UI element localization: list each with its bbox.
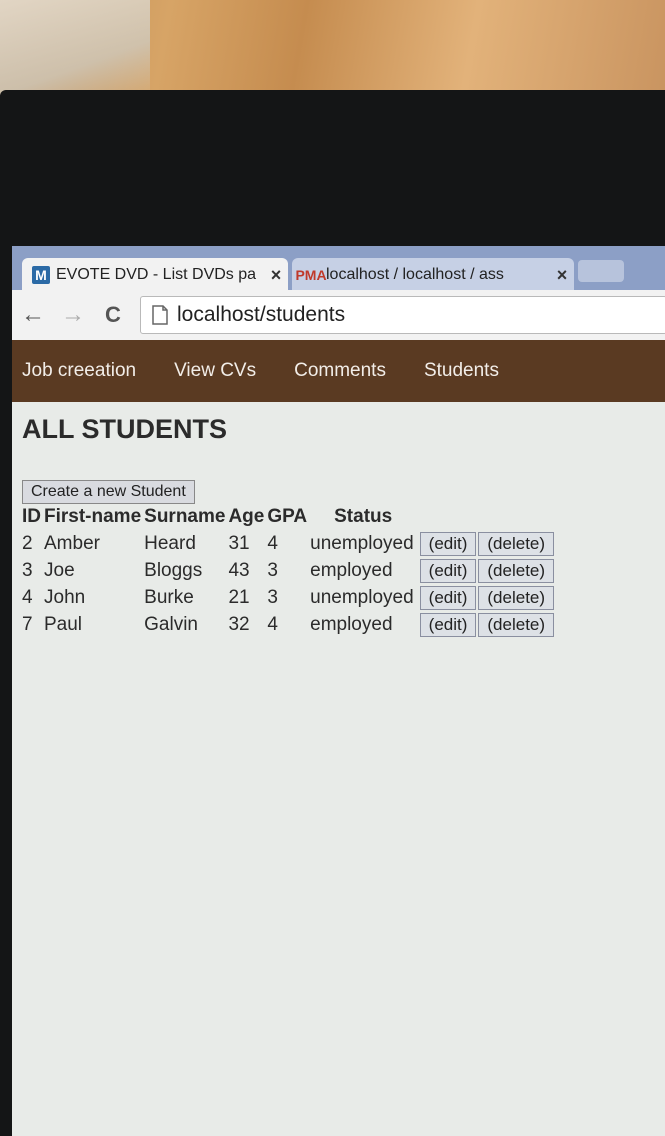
tab-title: EVOTE DVD - List DVDs pa <box>56 266 257 283</box>
nav-students[interactable]: Students <box>424 360 499 382</box>
header-status: Status <box>334 506 393 527</box>
cell-id: 2 <box>22 532 33 554</box>
cell-first-name: Joe <box>44 559 75 581</box>
forward-arrow-icon[interactable]: → <box>60 302 86 328</box>
reload-icon[interactable]: C <box>100 302 126 328</box>
edit-button[interactable]: (edit) <box>419 585 477 610</box>
header-surname: Surname <box>144 506 226 527</box>
main-content: ALL STUDENTS Create a new Student ID Fir… <box>22 414 652 637</box>
url-text: localhost/students <box>177 303 346 326</box>
header-age: Age <box>228 506 265 527</box>
page-title: ALL STUDENTS <box>22 414 228 444</box>
cell-surname: Bloggs <box>144 559 203 581</box>
cell-age: 32 <box>228 613 250 635</box>
tab-evote-dvd[interactable]: M EVOTE DVD - List DVDs pa × <box>22 258 288 292</box>
table-header-row: ID First-name Surname Age GPA Status <box>22 504 558 530</box>
table-row: 3 Joe Bloggs 43 3 employed (edit) (delete… <box>22 557 558 584</box>
cell-age: 21 <box>228 586 250 608</box>
delete-button[interactable]: (delete) <box>478 531 555 556</box>
nav-job-creation[interactable]: Job creeation <box>22 360 136 382</box>
pma-favicon-icon: PMA <box>295 267 327 283</box>
browser-window: M EVOTE DVD - List DVDs pa × PMA localho… <box>12 246 665 1136</box>
delete-button[interactable]: (delete) <box>478 558 555 583</box>
address-bar[interactable]: localhost/students <box>140 296 665 334</box>
header-gpa: GPA <box>267 506 308 527</box>
cell-status: employed <box>310 559 393 581</box>
cell-gpa: 3 <box>267 586 278 608</box>
tab-title: localhost / localhost / ass <box>326 266 504 283</box>
cell-age: 43 <box>228 559 250 581</box>
browser-toolbar: ← → C localhost/students <box>12 290 665 341</box>
edit-button[interactable]: (edit) <box>419 531 477 556</box>
tab-phpmyadmin[interactable]: PMA localhost / localhost / ass × <box>292 258 574 292</box>
table-row: 2 Amber Heard 31 4 unemployed (edit) (del… <box>22 530 558 557</box>
table-row: 4 John Burke 21 3 unemployed (edit) (dele… <box>22 584 558 611</box>
site-navigation: Job creeation View CVs Comments Students <box>12 340 665 402</box>
edit-button[interactable]: (edit) <box>419 558 477 583</box>
cell-surname: Galvin <box>144 613 198 635</box>
cell-status: employed <box>310 613 393 635</box>
cell-first-name: Amber <box>44 532 100 554</box>
delete-button[interactable]: (delete) <box>478 612 555 637</box>
cell-surname: Heard <box>144 532 196 554</box>
table-row: 7 Paul Galvin 32 4 employed (edit) (delet… <box>22 611 558 638</box>
cell-id: 3 <box>22 559 33 581</box>
tab-strip: M EVOTE DVD - List DVDs pa × PMA localho… <box>12 246 665 292</box>
new-tab-button[interactable] <box>578 260 624 282</box>
nav-view-cvs[interactable]: View CVs <box>174 360 256 382</box>
cell-status: unemployed <box>310 586 414 608</box>
create-student-button[interactable]: Create a new Student <box>22 480 195 504</box>
header-id: ID <box>22 506 41 527</box>
m-favicon-icon: M <box>32 266 50 284</box>
cell-id: 4 <box>22 586 33 608</box>
edit-button[interactable]: (edit) <box>419 612 477 637</box>
close-tab-icon[interactable]: × <box>550 265 574 286</box>
students-table: ID First-name Surname Age GPA Status 2 A… <box>22 504 558 638</box>
cell-first-name: John <box>44 586 86 608</box>
cell-first-name: Paul <box>44 613 83 635</box>
delete-button[interactable]: (delete) <box>478 585 555 610</box>
page-icon <box>152 305 168 325</box>
cell-gpa: 3 <box>267 559 278 581</box>
cell-gpa: 4 <box>267 532 278 554</box>
cell-id: 7 <box>22 613 33 635</box>
header-first-name: First-name <box>44 506 142 527</box>
cell-status: unemployed <box>310 532 414 554</box>
back-arrow-icon[interactable]: ← <box>20 302 46 328</box>
nav-comments[interactable]: Comments <box>294 360 386 382</box>
cell-age: 31 <box>228 532 250 554</box>
cell-gpa: 4 <box>267 613 278 635</box>
close-tab-icon[interactable]: × <box>264 265 288 286</box>
cell-surname: Burke <box>144 586 194 608</box>
